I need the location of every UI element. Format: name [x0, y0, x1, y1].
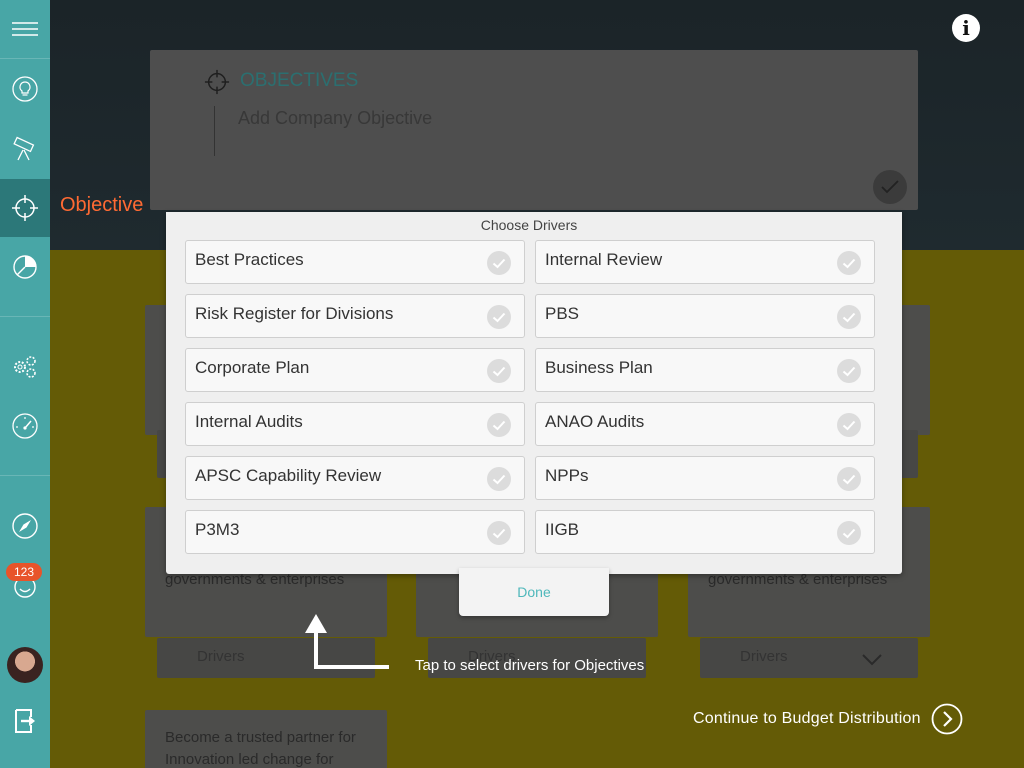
continue-label: Continue to Budget Distribution	[693, 710, 921, 727]
sidebar-item-performance[interactable]	[0, 397, 50, 455]
checkmark-icon	[487, 251, 511, 275]
driver-option[interactable]: ANAO Audits	[535, 402, 875, 446]
driver-option-label: P3M3	[195, 520, 240, 539]
driver-option-label: NPPs	[545, 466, 589, 485]
driver-option[interactable]: Internal Audits	[185, 402, 525, 446]
objectives-title: OBJECTIVES	[240, 70, 359, 91]
driver-option-label: Best Practices	[195, 250, 304, 269]
continue-button[interactable]: Continue to Budget Distribution	[693, 701, 963, 737]
driver-option-label: ANAO Audits	[545, 412, 645, 431]
checkmark-icon	[487, 305, 511, 329]
current-section-label: Objective	[60, 194, 144, 216]
driver-option-label: Internal Review	[545, 250, 663, 269]
pie-chart-icon	[13, 255, 37, 279]
hint-text: Tap to select drivers for Objectives	[415, 657, 645, 674]
drivers-dropdown-label: Drivers	[740, 648, 788, 665]
hint-arrow-icon	[305, 614, 389, 669]
driver-option-label: Corporate Plan	[195, 358, 310, 377]
driver-option[interactable]: NPPs	[535, 456, 875, 500]
drivers-dropdown[interactable]: Drivers	[700, 638, 918, 678]
driver-option[interactable]: P3M3	[185, 510, 525, 554]
notification-badge: 123	[6, 563, 42, 581]
info-button[interactable]: i	[952, 14, 980, 42]
checkmark-icon	[487, 467, 511, 491]
chevron-down-icon	[862, 654, 882, 666]
hamburger-icon	[12, 22, 38, 36]
card-text-line1: Become a trusted partner for	[165, 729, 356, 746]
driver-option[interactable]: Risk Register for Divisions	[185, 294, 525, 338]
sidebar-item-objective[interactable]	[0, 179, 50, 237]
driver-option-label: Risk Register for Divisions	[195, 304, 394, 323]
driver-option-label: Business Plan	[545, 358, 653, 377]
driver-option[interactable]: Internal Review	[535, 240, 875, 284]
driver-option[interactable]: PBS	[535, 294, 875, 338]
driver-option-label: IIGB	[545, 520, 580, 539]
checkmark-icon	[487, 413, 511, 437]
objectives-panel: OBJECTIVES Add Company Objective	[150, 50, 918, 210]
sidebar-item-ideas[interactable]	[0, 60, 50, 118]
chevron-right-icon	[931, 703, 963, 735]
modal-title: Choose Drivers	[480, 217, 578, 233]
driver-option[interactable]: Corporate Plan	[185, 348, 525, 392]
compass-icon	[12, 513, 38, 539]
done-button[interactable]: Done	[459, 568, 609, 616]
sidebar-item-budget[interactable]	[0, 238, 50, 296]
driver-option[interactable]: IIGB	[535, 510, 875, 554]
checkmark-icon	[837, 251, 861, 275]
driver-option-label: PBS	[545, 304, 580, 323]
driver-option[interactable]: APSC Capability Review	[185, 456, 525, 500]
speedometer-icon	[12, 413, 38, 439]
driver-option-label: Internal Audits	[195, 412, 303, 431]
target-icon	[204, 69, 230, 95]
objective-input[interactable]: Add Company Objective	[238, 108, 432, 129]
card-text-line2: Innovation led change for	[165, 751, 334, 768]
sidebar-item-settings[interactable]	[0, 338, 50, 396]
driver-option[interactable]: Business Plan	[535, 348, 875, 392]
checkmark-icon	[487, 521, 511, 545]
checkmark-icon	[837, 359, 861, 383]
choose-drivers-modal: Choose Drivers Best Practices Internal Re…	[166, 212, 902, 574]
checkmark-icon	[487, 359, 511, 383]
driver-option[interactable]: Best Practices	[185, 240, 525, 284]
driver-option-label: APSC Capability Review	[195, 466, 382, 485]
sidebar-item-vision[interactable]	[0, 120, 50, 178]
checkmark-icon	[837, 467, 861, 491]
divider	[214, 106, 215, 156]
checkmark-icon	[881, 180, 899, 194]
checkmark-icon	[837, 521, 861, 545]
checkmark-icon	[837, 413, 861, 437]
confirm-objective-button[interactable]	[873, 170, 907, 204]
logout-icon	[15, 709, 35, 733]
sidebar-item-explore[interactable]	[0, 497, 50, 555]
gears-icon	[14, 356, 36, 378]
telescope-icon	[13, 136, 35, 161]
target-icon	[12, 195, 38, 221]
logout-button[interactable]	[0, 692, 50, 750]
background-card: Become a trusted partner for Innovation …	[145, 710, 387, 768]
sidebar: 123	[0, 0, 50, 768]
avatar[interactable]	[7, 647, 43, 683]
drivers-dropdown-label: Drivers	[197, 648, 245, 665]
lightbulb-icon	[12, 76, 38, 102]
checkmark-icon	[837, 305, 861, 329]
menu-button[interactable]	[0, 0, 50, 58]
